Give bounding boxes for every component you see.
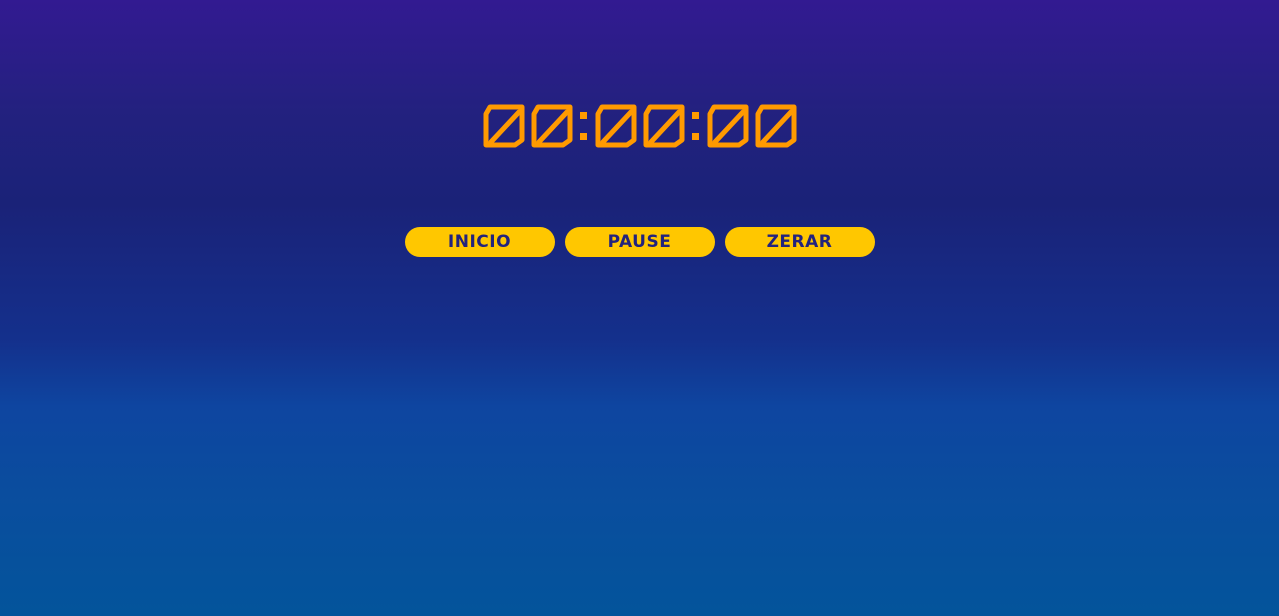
timer-digit <box>531 104 572 148</box>
timer-digit <box>483 104 524 148</box>
timer-digit <box>643 104 684 148</box>
timer-colon <box>690 104 702 148</box>
pause-button[interactable]: PAUSE <box>564 227 715 257</box>
timer-digit <box>707 104 748 148</box>
stopwatch-display <box>0 86 1279 166</box>
timer-colon <box>578 104 590 148</box>
reset-button[interactable]: ZERAR <box>724 227 875 257</box>
timer-digits <box>482 104 798 148</box>
controls-bar: INICIO PAUSE ZERAR <box>0 227 1279 257</box>
start-button[interactable]: INICIO <box>404 227 555 257</box>
timer-digit <box>755 104 796 148</box>
timer-digit <box>595 104 636 148</box>
